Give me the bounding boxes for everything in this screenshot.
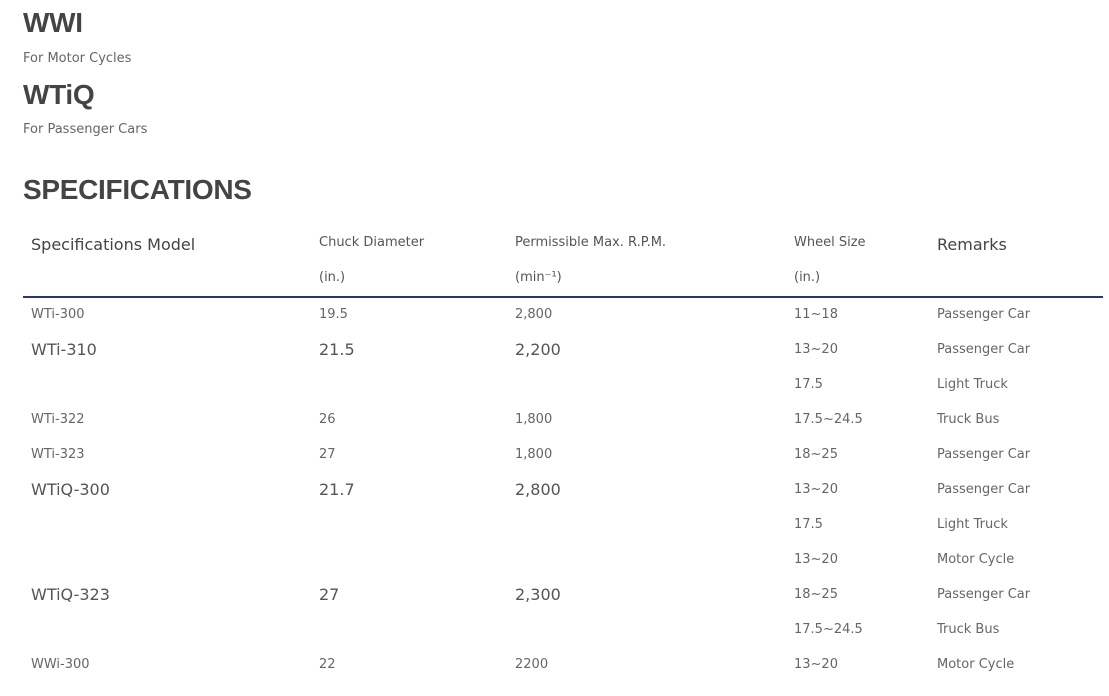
header-max-rpm: Permissible Max. R.P.M. (515, 235, 667, 250)
table-header: Specifications Model Chuck Diameter (in.… (23, 226, 1103, 298)
cell-max-rpm: 1,800 (515, 412, 553, 427)
cell-wheel-size: 17.5~24.5 (794, 412, 863, 427)
cell-chuck-diameter: 26 (319, 412, 336, 427)
cell-wheel-size: 11~18 (794, 307, 838, 322)
cell-wheel-size: 17.5~24.5 (794, 622, 863, 637)
table-row: 17.5~24.5 Truck Bus (23, 613, 1103, 648)
header-chuck-diameter: Chuck Diameter (319, 235, 425, 250)
cell-max-rpm: 1,800 (515, 447, 553, 462)
cell-remarks: Passenger Car (937, 342, 1031, 357)
cell-model: WTi-300 (31, 307, 85, 322)
cell-model: WTi-310 (31, 340, 97, 359)
cell-model: WTi-323 (31, 447, 85, 462)
cell-chuck-diameter: 19.5 (319, 307, 348, 322)
cell-wheel-size: 17.5 (794, 517, 823, 532)
cell-model: WTiQ-300 (31, 480, 110, 499)
cell-remarks: Passenger Car (937, 307, 1031, 322)
cell-max-rpm: 2200 (515, 657, 549, 672)
cell-chuck-diameter: 21.7 (319, 480, 355, 499)
cell-chuck-diameter: 27 (319, 585, 340, 604)
table-row: WTiQ-300 21.7 2,800 13~20 Passenger Car (23, 473, 1103, 508)
product-title-wtiq: WTiQ (23, 79, 95, 110)
table-row: 17.5 Light Truck (23, 368, 1103, 403)
header-wheel-size-unit: (in.) (794, 270, 821, 285)
cell-wheel-size: 13~20 (794, 552, 838, 567)
cell-wheel-size: 18~25 (794, 447, 838, 462)
table-row: 17.5 Light Truck (23, 508, 1103, 543)
cell-remarks: Light Truck (937, 517, 1008, 532)
cell-max-rpm: 2,300 (515, 585, 561, 604)
table-row: 13~20 Motor Cycle (23, 543, 1103, 578)
table-row: WTi-322 26 1,800 17.5~24.5 Truck Bus (23, 403, 1103, 438)
cell-chuck-diameter: 22 (319, 657, 336, 672)
table-body: WTi-300 19.5 2,800 11~18 Passenger Car W… (23, 298, 1103, 683)
product-description-wtiq: For Passenger Cars (23, 122, 148, 137)
cell-remarks: Truck Bus (937, 622, 1000, 637)
table-row: WTi-323 27 1,800 18~25 Passenger Car (23, 438, 1103, 473)
cell-chuck-diameter: 21.5 (319, 340, 355, 359)
cell-max-rpm: 2,200 (515, 340, 561, 359)
specifications-heading: SPECIFICATIONS (23, 174, 252, 205)
cell-wheel-size: 18~25 (794, 587, 838, 602)
cell-model: WTiQ-323 (31, 585, 110, 604)
header-model: Specifications Model (31, 235, 196, 254)
cell-remarks: Motor Cycle (937, 552, 1015, 567)
cell-model: WWi-300 (31, 657, 90, 672)
cell-model: WTi-322 (31, 412, 85, 427)
cell-max-rpm: 2,800 (515, 480, 561, 499)
table-row: WWi-300 22 2200 13~20 Motor Cycle (23, 648, 1103, 683)
specifications-table: Specifications Model Chuck Diameter (in.… (23, 226, 1103, 683)
cell-remarks: Passenger Car (937, 482, 1031, 497)
cell-remarks: Passenger Car (937, 447, 1031, 462)
header-wheel-size: Wheel Size (794, 235, 866, 250)
cell-remarks: Passenger Car (937, 587, 1031, 602)
cell-remarks: Truck Bus (937, 412, 1000, 427)
cell-wheel-size: 13~20 (794, 657, 838, 672)
product-title-wwi: WWI (23, 7, 83, 38)
cell-wheel-size: 13~20 (794, 342, 838, 357)
product-description-wwi: For Motor Cycles (23, 51, 132, 66)
cell-chuck-diameter: 27 (319, 447, 336, 462)
cell-remarks: Light Truck (937, 377, 1008, 392)
cell-wheel-size: 13~20 (794, 482, 838, 497)
cell-remarks: Motor Cycle (937, 657, 1015, 672)
table-row: WTiQ-323 27 2,300 18~25 Passenger Car (23, 578, 1103, 613)
header-chuck-diameter-unit: (in.) (319, 270, 346, 285)
cell-wheel-size: 17.5 (794, 377, 823, 392)
header-remarks: Remarks (937, 235, 1007, 254)
table-row: WTi-300 19.5 2,800 11~18 Passenger Car (23, 298, 1103, 333)
header-max-rpm-unit: (min⁻¹) (515, 270, 562, 285)
table-row: WTi-310 21.5 2,200 13~20 Passenger Car (23, 333, 1103, 368)
cell-max-rpm: 2,800 (515, 307, 553, 322)
